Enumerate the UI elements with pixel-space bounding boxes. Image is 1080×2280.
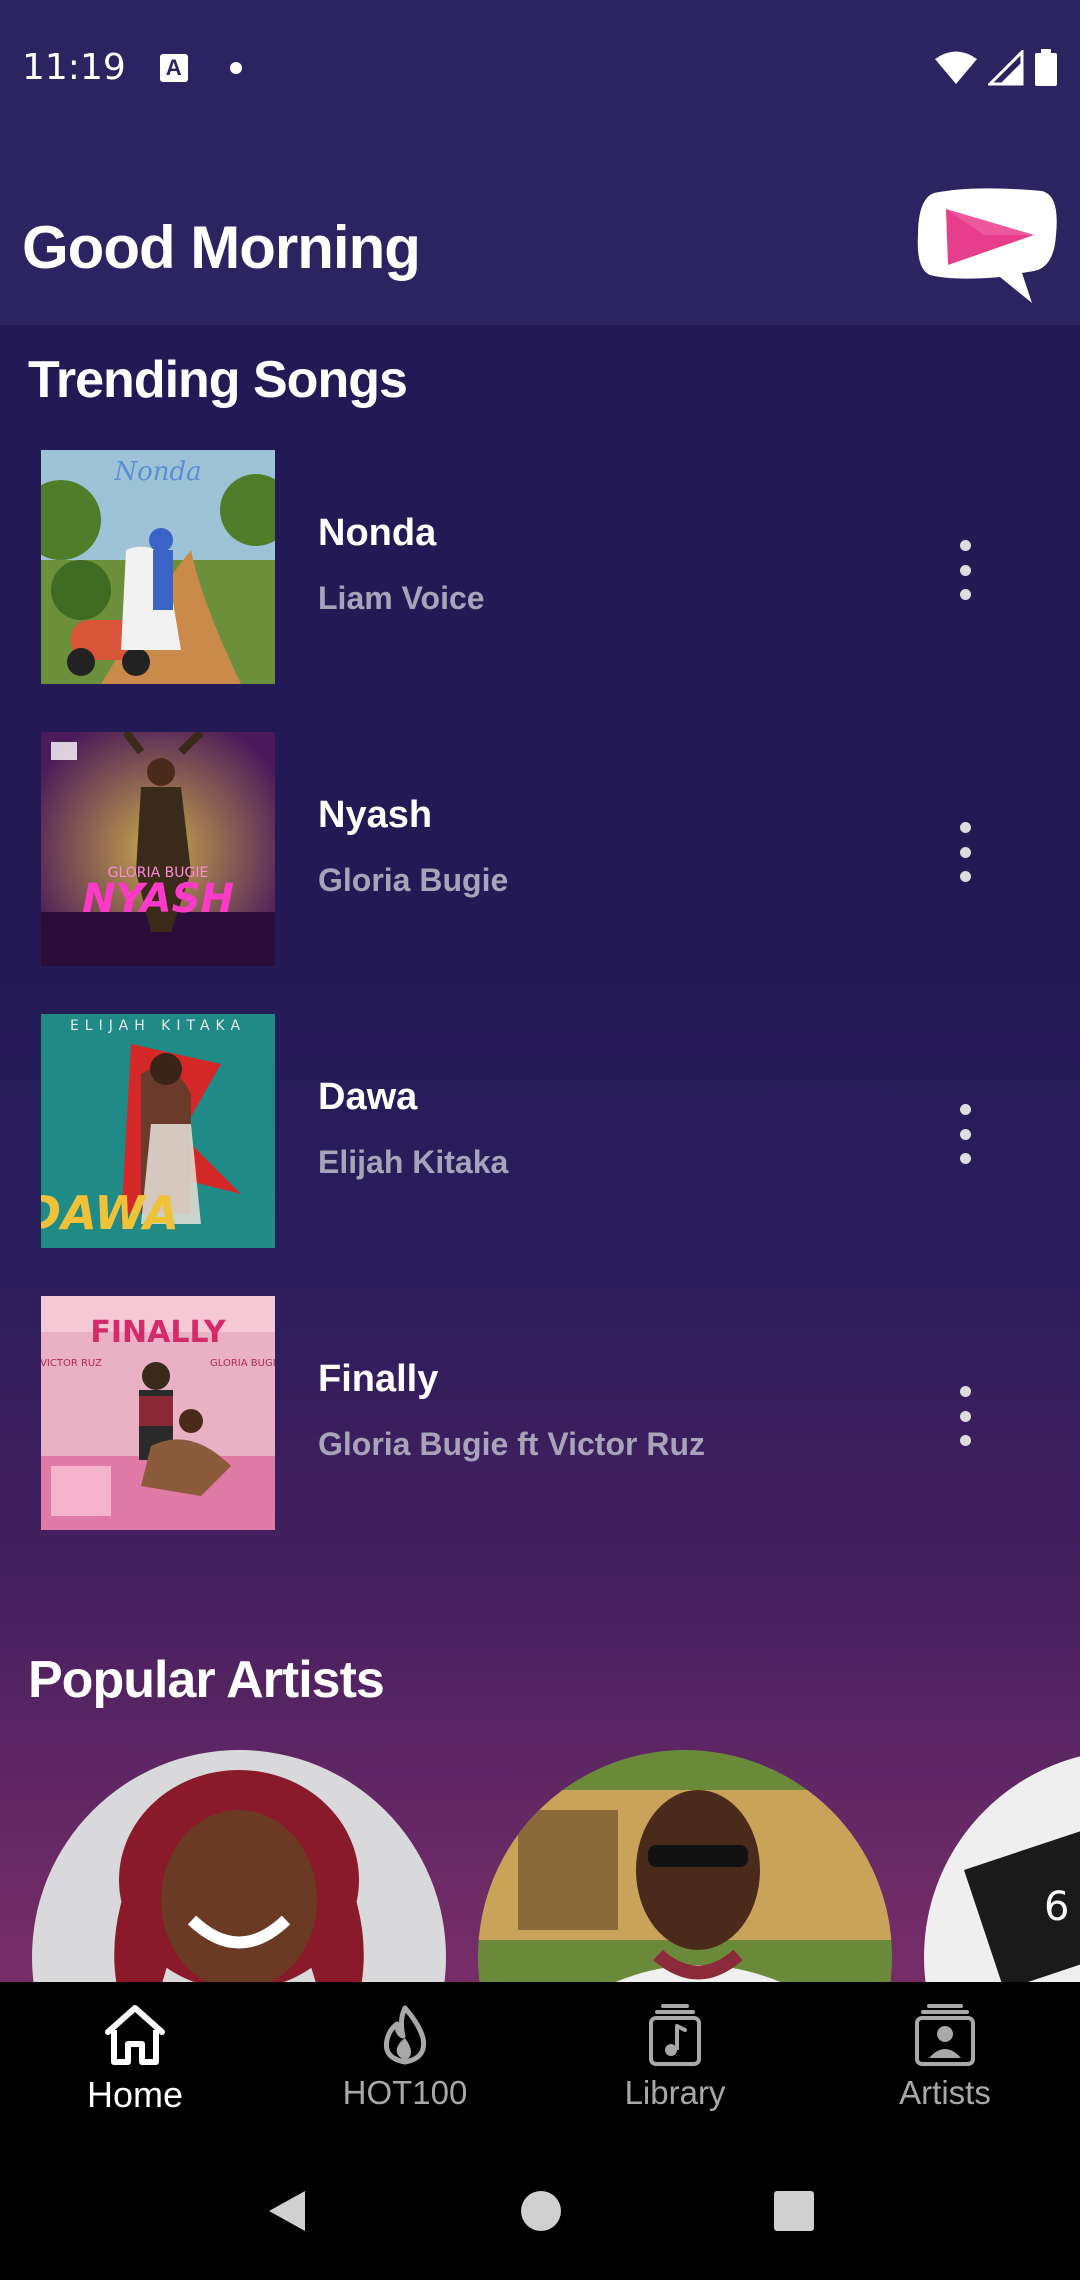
song-title: Nyash [318, 794, 433, 836]
svg-text:DAWA: DAWA [41, 1186, 179, 1240]
artist-avatar[interactable] [478, 1750, 892, 1982]
notification-dot-icon [229, 61, 242, 74]
nav-home-label: Home [86, 2074, 184, 2115]
song-row[interactable]: FINALLY VICTOR RUZ GLORIA BUGIE Finally … [0, 1296, 1080, 1530]
music-library-icon [649, 2004, 701, 2066]
svg-text:Nonda: Nonda [113, 457, 201, 487]
song-row[interactable]: ELIJAH KITAKA DAWA Dawa Elijah Kitaka [0, 1014, 1080, 1248]
song-row[interactable]: NYASH GLORIA BUGIE Nyash Gloria Bugie [0, 732, 1080, 966]
home-icon [105, 2005, 165, 2065]
nav-artists-label: Artists [899, 2074, 991, 2111]
more-options-icon[interactable] [945, 1386, 985, 1446]
home-circle-icon[interactable] [519, 2189, 563, 2233]
status-bar: 11:19 A [0, 0, 1080, 135]
svg-text:6: 6 [1044, 1884, 1069, 1930]
svg-text:ELIJAH KITAKA: ELIJAH KITAKA [70, 1018, 246, 1034]
trending-songs-title: Trending Songs [28, 351, 408, 409]
artists-icon [915, 2004, 975, 2066]
bottom-navigation: Home HOT100 Library Artists [0, 1982, 1080, 2142]
nav-library[interactable]: Library [540, 1982, 810, 2142]
status-icons [934, 48, 1058, 87]
nav-hot100[interactable]: HOT100 [270, 1982, 540, 2142]
more-options-icon[interactable] [945, 1104, 985, 1164]
notification-a-icon: A [159, 53, 188, 82]
nav-artists[interactable]: Artists [810, 1982, 1080, 2142]
play-bubble-logo-icon[interactable] [914, 185, 1062, 309]
system-navigation-bar [0, 2142, 1080, 2280]
recents-icon[interactable] [773, 2190, 815, 2232]
song-artist: Gloria Bugie ft Victor Ruz [318, 1426, 705, 1462]
artist-avatar[interactable] [32, 1750, 446, 1982]
song-artist: Liam Voice [318, 580, 485, 616]
wifi-icon [935, 51, 977, 84]
song-title: Dawa [318, 1076, 418, 1118]
song-artist: Gloria Bugie [318, 862, 509, 898]
signal-icon [988, 49, 1024, 85]
svg-text:VICTOR RUZ: VICTOR RUZ [41, 1358, 102, 1369]
song-artist: Elijah Kitaka [318, 1144, 509, 1180]
artist-avatar[interactable]: 6 [924, 1750, 1080, 1982]
more-options-icon[interactable] [945, 822, 985, 882]
battery-icon [1035, 48, 1057, 86]
album-cover-nyash[interactable]: NYASH GLORIA BUGIE [41, 732, 275, 966]
popular-artists-title: Popular Artists [28, 1651, 385, 1709]
greeting-title: Good Morning [22, 214, 421, 281]
svg-text:GLORIA BUGIE: GLORIA BUGIE [210, 1358, 275, 1369]
song-title: Nonda [318, 512, 437, 554]
popular-artists-carousel[interactable]: 6 [0, 1750, 1080, 1982]
flame-icon [383, 2005, 427, 2065]
svg-text:FINALLY: FINALLY [90, 1315, 227, 1350]
song-title: Finally [318, 1358, 439, 1400]
more-options-icon[interactable] [945, 540, 985, 600]
svg-text:NYASH: NYASH [82, 876, 234, 922]
status-time: 11:19 [22, 47, 126, 88]
nav-hot100-label: HOT100 [342, 2074, 468, 2111]
album-cover-nonda[interactable]: Nonda [41, 450, 275, 684]
album-cover-finally[interactable]: FINALLY VICTOR RUZ GLORIA BUGIE [41, 1296, 275, 1530]
svg-text:GLORIA BUGIE: GLORIA BUGIE [108, 865, 209, 881]
song-row[interactable]: Nonda Nonda Liam Voice [0, 450, 1080, 684]
nav-home[interactable]: Home [0, 1982, 270, 2142]
nav-library-label: Library [624, 2074, 726, 2111]
app-header: Good Morning [0, 135, 1080, 325]
back-icon[interactable] [265, 2187, 309, 2235]
album-cover-dawa[interactable]: ELIJAH KITAKA DAWA [41, 1014, 275, 1248]
